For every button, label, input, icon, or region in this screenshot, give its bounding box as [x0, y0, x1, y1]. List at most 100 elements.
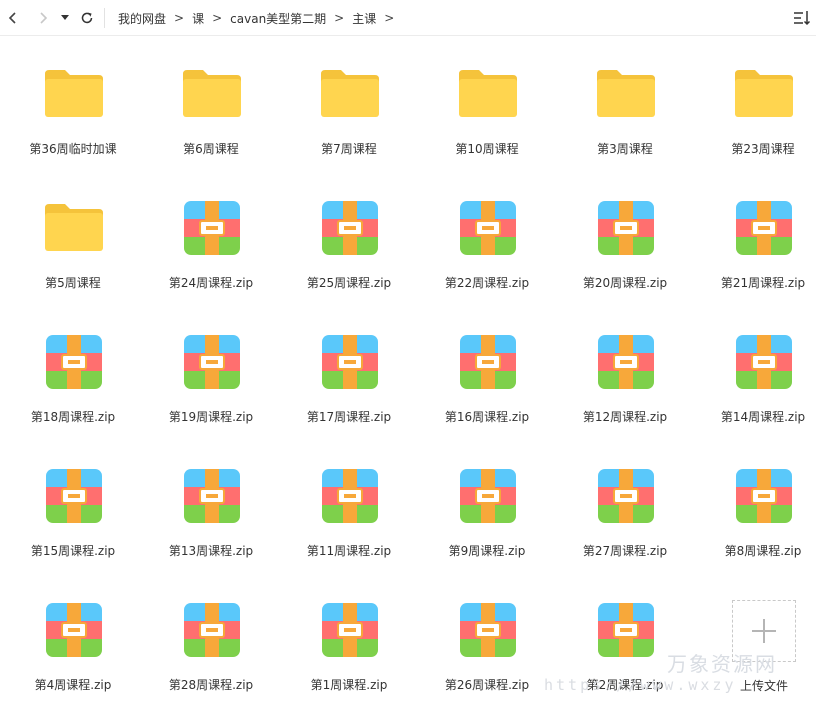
zip-file-item[interactable]: 第28周课程.zip	[142, 584, 280, 718]
zip-file-item[interactable]: 第8周课程.zip	[694, 450, 816, 584]
breadcrumb-separator: >	[384, 11, 395, 25]
file-name-label: 第24周课程.zip	[168, 276, 254, 290]
breadcrumb: 我的网盘 > 课 > cavan美型第二期 > 主课 >	[118, 0, 402, 36]
folder-icon	[45, 204, 103, 251]
file-name-label: 第9周课程.zip	[448, 544, 526, 558]
file-name-label: 第13周课程.zip	[168, 544, 254, 558]
zip-archive-icon	[184, 603, 240, 657]
file-name-label: 第10周课程	[455, 142, 519, 156]
file-name-label: 第25周课程.zip	[306, 276, 392, 290]
zip-file-item[interactable]: 第26周课程.zip	[418, 584, 556, 718]
zip-archive-icon	[736, 335, 792, 389]
folder-icon	[183, 70, 241, 117]
sort-button[interactable]	[792, 8, 812, 28]
file-name-label: 第23周课程	[731, 142, 795, 156]
refresh-icon	[81, 12, 93, 24]
zip-archive-icon	[322, 603, 378, 657]
file-name-label: 第20周课程.zip	[582, 276, 668, 290]
zip-file-item[interactable]: 第9周课程.zip	[418, 450, 556, 584]
zip-file-item[interactable]: 第24周课程.zip	[142, 182, 280, 316]
zip-archive-icon	[460, 469, 516, 523]
folder-item[interactable]: 第7周课程	[280, 48, 418, 182]
refresh-button[interactable]	[78, 8, 96, 28]
zip-file-item[interactable]: 第1周课程.zip	[280, 584, 418, 718]
zip-file-item[interactable]: 第22周课程.zip	[418, 182, 556, 316]
file-name-label: 第16周课程.zip	[444, 410, 530, 424]
zip-file-item[interactable]: 第11周课程.zip	[280, 450, 418, 584]
file-name-label: 第22周课程.zip	[444, 276, 530, 290]
zip-file-item[interactable]: 第25周课程.zip	[280, 182, 418, 316]
file-name-label: 第18周课程.zip	[30, 410, 116, 424]
zip-archive-icon	[598, 469, 654, 523]
zip-file-item[interactable]: 第21周课程.zip	[694, 182, 816, 316]
zip-archive-icon	[184, 469, 240, 523]
zip-file-item[interactable]: 第15周课程.zip	[4, 450, 142, 584]
toolbar-divider	[104, 8, 105, 28]
forward-button[interactable]	[34, 8, 52, 28]
folder-item[interactable]: 第36周临时加课	[4, 48, 142, 182]
breadcrumb-item-my-drive[interactable]: 我的网盘	[118, 10, 166, 27]
file-name-label: 第28周课程.zip	[168, 678, 254, 692]
zip-file-item[interactable]: 第17周课程.zip	[280, 316, 418, 450]
file-name-label: 第6周课程	[183, 142, 239, 156]
breadcrumb-item-cavan[interactable]: cavan美型第二期	[230, 10, 326, 27]
file-name-label: 第15周课程.zip	[30, 544, 116, 558]
file-name-label: 第5周课程	[45, 276, 101, 290]
folder-icon	[735, 70, 793, 117]
zip-file-item[interactable]: 第14周课程.zip	[694, 316, 816, 450]
zip-archive-icon	[598, 603, 654, 657]
file-name-label: 第21周课程.zip	[720, 276, 806, 290]
breadcrumb-item-course[interactable]: 课	[192, 10, 204, 27]
zip-file-item[interactable]: 第18周课程.zip	[4, 316, 142, 450]
folder-icon	[597, 70, 655, 117]
file-name-label: 第1周课程.zip	[310, 678, 388, 692]
upload-label: 上传文件	[739, 679, 788, 693]
folder-icon	[321, 70, 379, 117]
file-name-label: 第7周课程	[321, 142, 377, 156]
chevron-right-icon	[40, 12, 48, 24]
zip-file-item[interactable]: 第27周课程.zip	[556, 450, 694, 584]
zip-archive-icon	[460, 201, 516, 255]
file-name-label: 第27周课程.zip	[582, 544, 668, 558]
folder-icon	[45, 70, 103, 117]
file-name-label: 第26周课程.zip	[444, 678, 530, 692]
breadcrumb-separator: >	[334, 11, 345, 25]
history-dropdown-button[interactable]	[58, 8, 72, 28]
file-name-label: 第14周课程.zip	[720, 410, 806, 424]
zip-file-item[interactable]: 第4周课程.zip	[4, 584, 142, 718]
zip-archive-icon	[46, 469, 102, 523]
folder-item[interactable]: 第3周课程	[556, 48, 694, 182]
file-name-label: 第36周临时加课	[29, 142, 117, 156]
zip-archive-icon	[322, 469, 378, 523]
folder-icon	[459, 70, 517, 117]
file-name-label: 第4周课程.zip	[34, 678, 112, 692]
file-name-label: 第3周课程	[597, 142, 653, 156]
folder-item[interactable]: 第5周课程	[4, 182, 142, 316]
file-name-label: 第17周课程.zip	[306, 410, 392, 424]
breadcrumb-separator: >	[212, 11, 223, 25]
chevron-left-icon	[8, 12, 16, 24]
file-name-label: 第19周课程.zip	[168, 410, 254, 424]
zip-archive-icon	[184, 201, 240, 255]
breadcrumb-item-main-course[interactable]: 主课	[352, 10, 376, 27]
folder-item[interactable]: 第23周课程	[694, 48, 816, 182]
zip-file-item[interactable]: 第16周课程.zip	[418, 316, 556, 450]
watermark-url: https://www.wxzy	[544, 676, 737, 694]
file-name-label: 第12周课程.zip	[582, 410, 668, 424]
zip-archive-icon	[598, 201, 654, 255]
zip-archive-icon	[46, 603, 102, 657]
file-name-label: 第11周课程.zip	[306, 544, 392, 558]
zip-file-item[interactable]: 第12周课程.zip	[556, 316, 694, 450]
zip-archive-icon	[322, 201, 378, 255]
zip-archive-icon	[598, 335, 654, 389]
toolbar: 我的网盘 > 课 > cavan美型第二期 > 主课 >	[0, 0, 816, 36]
zip-file-item[interactable]: 第13周课程.zip	[142, 450, 280, 584]
breadcrumb-separator: >	[174, 11, 185, 25]
zip-file-item[interactable]: 第19周课程.zip	[142, 316, 280, 450]
caret-down-icon	[61, 15, 69, 20]
back-button[interactable]	[4, 8, 22, 28]
zip-file-item[interactable]: 第20周课程.zip	[556, 182, 694, 316]
folder-item[interactable]: 第6周课程	[142, 48, 280, 182]
zip-archive-icon	[460, 603, 516, 657]
folder-item[interactable]: 第10周课程	[418, 48, 556, 182]
